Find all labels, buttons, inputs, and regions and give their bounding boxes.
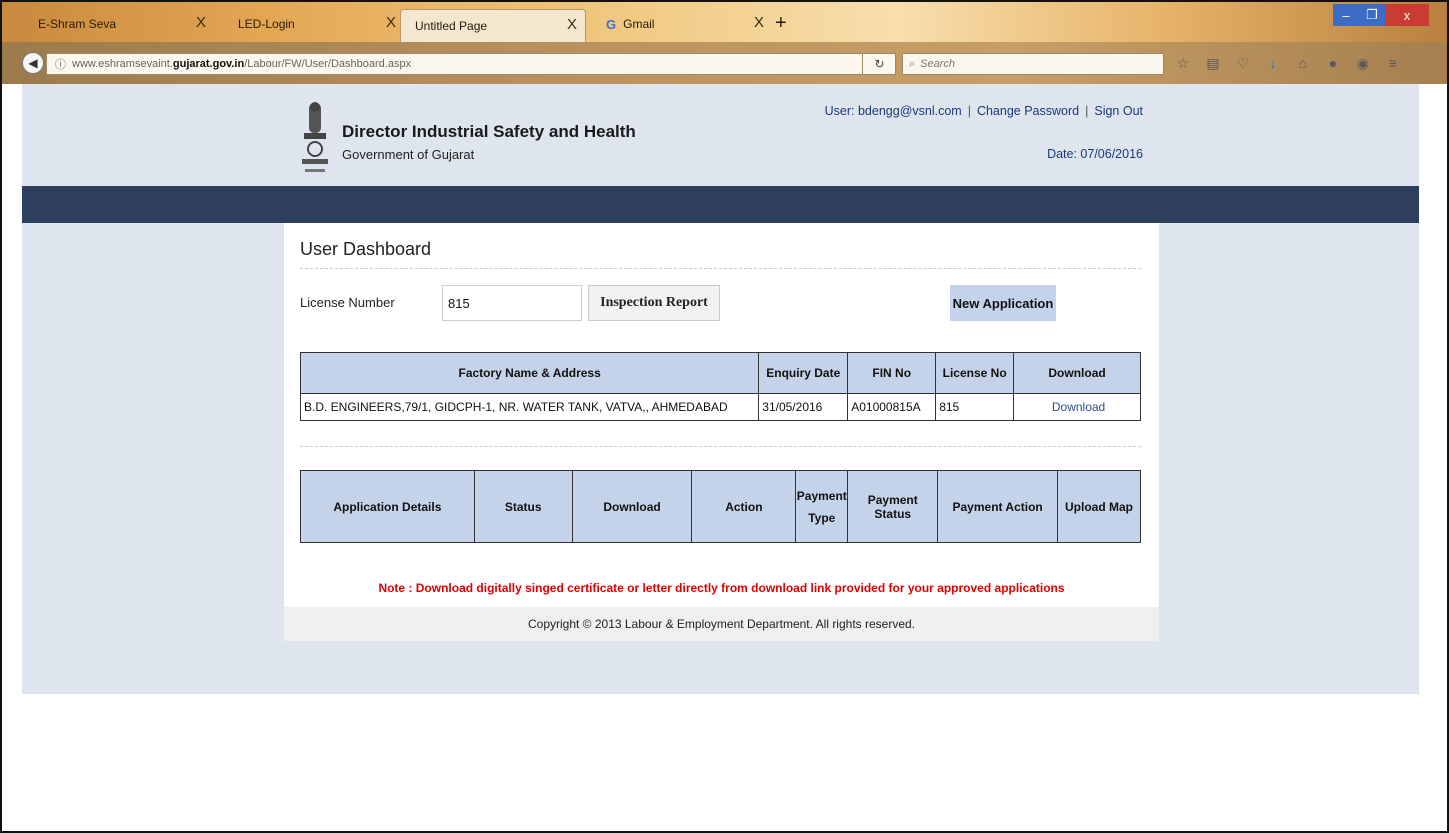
- tab-label: Gmail: [623, 17, 655, 31]
- table-row: B.D. ENGINEERS,79/1, GIDCPH-1, NR. WATER…: [299, 393, 1141, 421]
- url-host: gujarat.gov.in: [172, 58, 245, 70]
- pocket-icon[interactable]: ♡: [1234, 54, 1252, 72]
- sign-out-link[interactable]: Sign Out: [1094, 104, 1143, 118]
- minimize-button[interactable]: –: [1333, 4, 1359, 26]
- column-header: Payment Status: [847, 470, 939, 543]
- user-email: User: bdengg@vsnl.com: [824, 104, 962, 118]
- browser-toolbar-icons: ☆ ▤ ♡ ↓ ⌂ ● ◉ ≡: [1174, 54, 1402, 72]
- tab-untitled-page[interactable]: Untitled Page X: [400, 9, 586, 42]
- separator: |: [1085, 104, 1089, 118]
- divider: [300, 446, 1141, 447]
- table-header-row: Application Details Status Download Acti…: [300, 470, 1141, 543]
- screen-frame: E-Shram Seva X LED-Login X Untitled Page…: [0, 0, 1449, 833]
- tab-label: E-Shram Seva: [38, 17, 117, 31]
- web-page: Director Industrial Safety and Health Go…: [22, 84, 1419, 694]
- column-header: License No: [935, 352, 1015, 394]
- license-no-cell: 815: [935, 393, 1015, 421]
- tab-gmail[interactable]: G Gmail X: [592, 8, 772, 40]
- user-links: User: bdengg@vsnl.com | Change Password | Si…: [825, 104, 1143, 118]
- bookmark-star-icon[interactable]: ☆: [1174, 54, 1192, 72]
- column-header: Status: [473, 470, 573, 543]
- fin-no-cell: A01000815A: [847, 393, 937, 421]
- reload-button[interactable]: ↻: [862, 53, 896, 75]
- menu-icon[interactable]: ≡: [1384, 54, 1402, 72]
- search-input[interactable]: ⌕ Search: [902, 53, 1164, 75]
- tab-e-shram-seva[interactable]: E-Shram Seva X: [24, 8, 214, 40]
- license-table: Factory Name & Address Enquiry Date FIN …: [299, 352, 1141, 421]
- column-header: Payment Type: [795, 470, 849, 543]
- page-title: User Dashboard: [300, 239, 432, 259]
- extension-icon[interactable]: ●: [1324, 54, 1342, 72]
- search-placeholder: Search: [920, 58, 956, 70]
- new-application-button[interactable]: New Application: [950, 285, 1056, 321]
- google-icon: G: [606, 16, 617, 32]
- license-number-label: License Number: [300, 295, 395, 310]
- current-date: Date: 07/06/2016: [1047, 147, 1143, 161]
- table-header-row: Factory Name & Address Enquiry Date FIN …: [299, 352, 1141, 394]
- factory-name-cell: B.D. ENGINEERS,79/1, GIDCPH-1, NR. WATER…: [299, 393, 760, 421]
- tab-led-login[interactable]: LED-Login X: [224, 8, 404, 40]
- column-header: Download: [1013, 352, 1141, 394]
- info-icon[interactable]: ⓘ: [55, 56, 66, 72]
- url-path: /Labour/FW/User/Dashboard.aspx: [244, 58, 412, 70]
- window-close-button[interactable]: x: [1385, 4, 1429, 26]
- enquiry-date-cell: 31/05/2016: [758, 393, 849, 421]
- download-icon[interactable]: ↓: [1264, 54, 1282, 72]
- download-link[interactable]: Download: [1013, 393, 1141, 421]
- close-icon[interactable]: X: [386, 14, 396, 31]
- separator: |: [967, 104, 971, 118]
- chrome-extension-icon[interactable]: ◉: [1354, 54, 1372, 72]
- browser-nav-bar: ◀ ⓘ www.eshramsevaint. gujarat.gov.in /L…: [2, 42, 1447, 84]
- column-header: Download: [571, 470, 693, 543]
- home-icon[interactable]: ⌂: [1294, 54, 1312, 72]
- close-icon[interactable]: X: [754, 14, 764, 31]
- application-table: Application Details Status Download Acti…: [300, 470, 1141, 543]
- address-bar[interactable]: ⓘ www.eshramsevaint. gujarat.gov.in /Lab…: [46, 53, 896, 75]
- column-header: Application Details: [300, 470, 475, 543]
- note-text: Note : Download digitally singed certifi…: [378, 581, 1065, 595]
- back-button[interactable]: ◀: [22, 52, 44, 74]
- column-header: Factory Name & Address: [299, 352, 760, 394]
- license-number-input[interactable]: [442, 285, 582, 321]
- tab-label: LED-Login: [238, 17, 295, 31]
- reload-icon: ↻: [874, 57, 885, 71]
- column-header: Payment Action: [937, 470, 1059, 543]
- tab-label: Untitled Page: [415, 19, 488, 33]
- column-header: Action: [691, 470, 797, 543]
- url-prefix: www.eshramsevaint.: [72, 58, 173, 70]
- state-emblem-icon: [302, 102, 328, 172]
- dashboard-panel: User Dashboard License Number Inspection…: [284, 223, 1159, 641]
- browser-tab-strip: E-Shram Seva X LED-Login X Untitled Page…: [2, 2, 1447, 42]
- window-controls: – ❐ x: [1333, 4, 1429, 26]
- inspection-report-button[interactable]: Inspection Report: [588, 285, 720, 321]
- new-tab-button[interactable]: +: [775, 12, 787, 35]
- nav-bar: [22, 186, 1419, 223]
- close-icon[interactable]: X: [196, 14, 206, 31]
- column-header: FIN No: [847, 352, 937, 394]
- site-header: Director Industrial Safety and Health Go…: [22, 84, 1419, 186]
- footer: Copyright © 2013 Labour & Employment Dep…: [284, 607, 1159, 641]
- back-arrow-icon: ◀: [28, 56, 38, 70]
- search-icon: ⌕: [909, 57, 916, 70]
- org-subtitle: Government of Gujarat: [342, 147, 475, 162]
- change-password-link[interactable]: Change Password: [977, 104, 1079, 118]
- maximize-button[interactable]: ❐: [1359, 4, 1385, 26]
- close-icon[interactable]: X: [567, 16, 577, 33]
- column-header: Upload Map: [1057, 470, 1141, 543]
- column-header: Enquiry Date: [758, 352, 849, 394]
- reading-list-icon[interactable]: ▤: [1204, 54, 1222, 72]
- divider: [300, 268, 1141, 269]
- org-title: Director Industrial Safety and Health: [342, 122, 636, 141]
